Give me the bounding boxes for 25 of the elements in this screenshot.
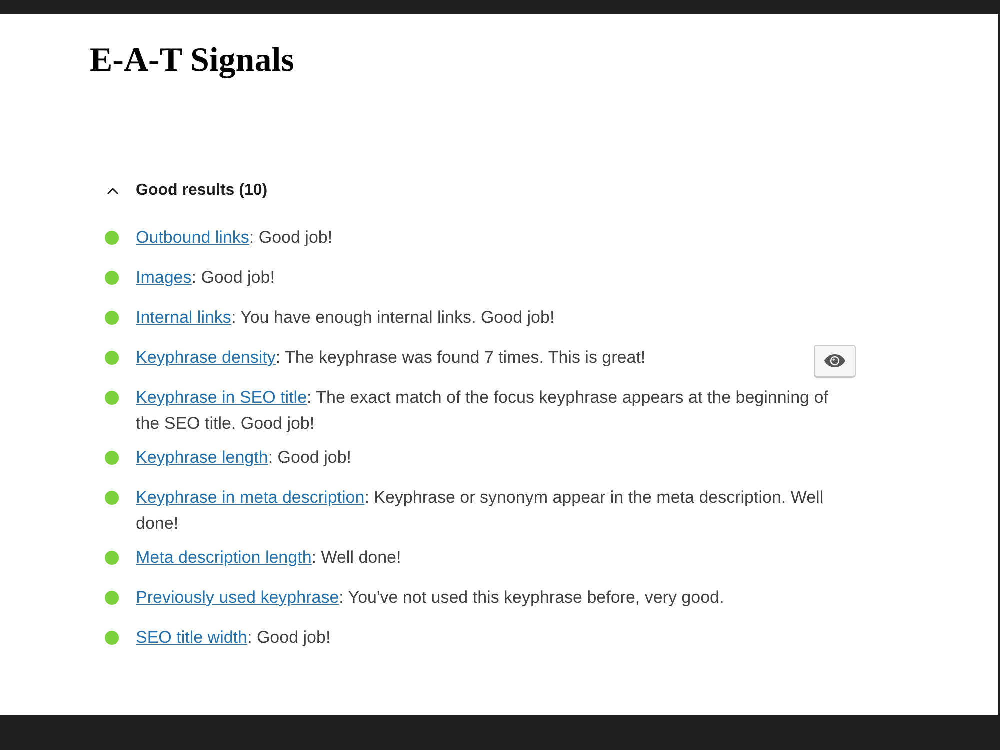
result-link[interactable]: Outbound links — [136, 228, 250, 247]
result-text: Keyphrase length: Good job! — [136, 447, 352, 469]
result-text: Keyphrase in meta description: Keyphrase or synonym appear in the meta description. Well done! — [136, 487, 825, 535]
result-text: Meta description length: Well done! — [136, 547, 402, 569]
result-text: Keyphrase in SEO title: The exact match of the focus keyphrase appears at the beginning of the SEO title. Good job! — [136, 387, 830, 435]
result-link[interactable]: Internal links — [136, 308, 232, 327]
result-link[interactable]: Keyphrase density — [136, 348, 276, 367]
result-link[interactable]: Images — [136, 268, 192, 287]
result-link[interactable]: Keyphrase in SEO title — [136, 388, 308, 407]
result-text: Keyphrase density: The keyphrase was found 7 times. This is great! — [136, 347, 647, 369]
result-text: Outbound links: Good job! — [136, 227, 334, 249]
result-text: Images: Good job! — [136, 267, 276, 289]
chevron-up-icon — [107, 188, 119, 194]
result-text: Internal links: You have enough internal links. Good job! — [136, 307, 556, 329]
result-link[interactable]: Previously used keyphrase — [136, 588, 340, 607]
page-title: E-A-T Signals — [90, 41, 294, 81]
result-link[interactable]: Keyphrase in meta description — [136, 488, 365, 507]
result-link[interactable]: SEO title width — [136, 628, 248, 647]
section-toggle[interactable]: Good results (10) — [105, 178, 268, 204]
eye-button[interactable] — [814, 345, 856, 377]
result-text: Previously used keyphrase: You've not used this keyphrase before, very good. — [136, 587, 726, 609]
result-link[interactable]: Keyphrase length — [136, 448, 268, 467]
result-link[interactable]: Meta description length — [136, 548, 312, 567]
eye-icon — [824, 354, 846, 368]
result-text: SEO title width: Good job! — [136, 627, 332, 649]
